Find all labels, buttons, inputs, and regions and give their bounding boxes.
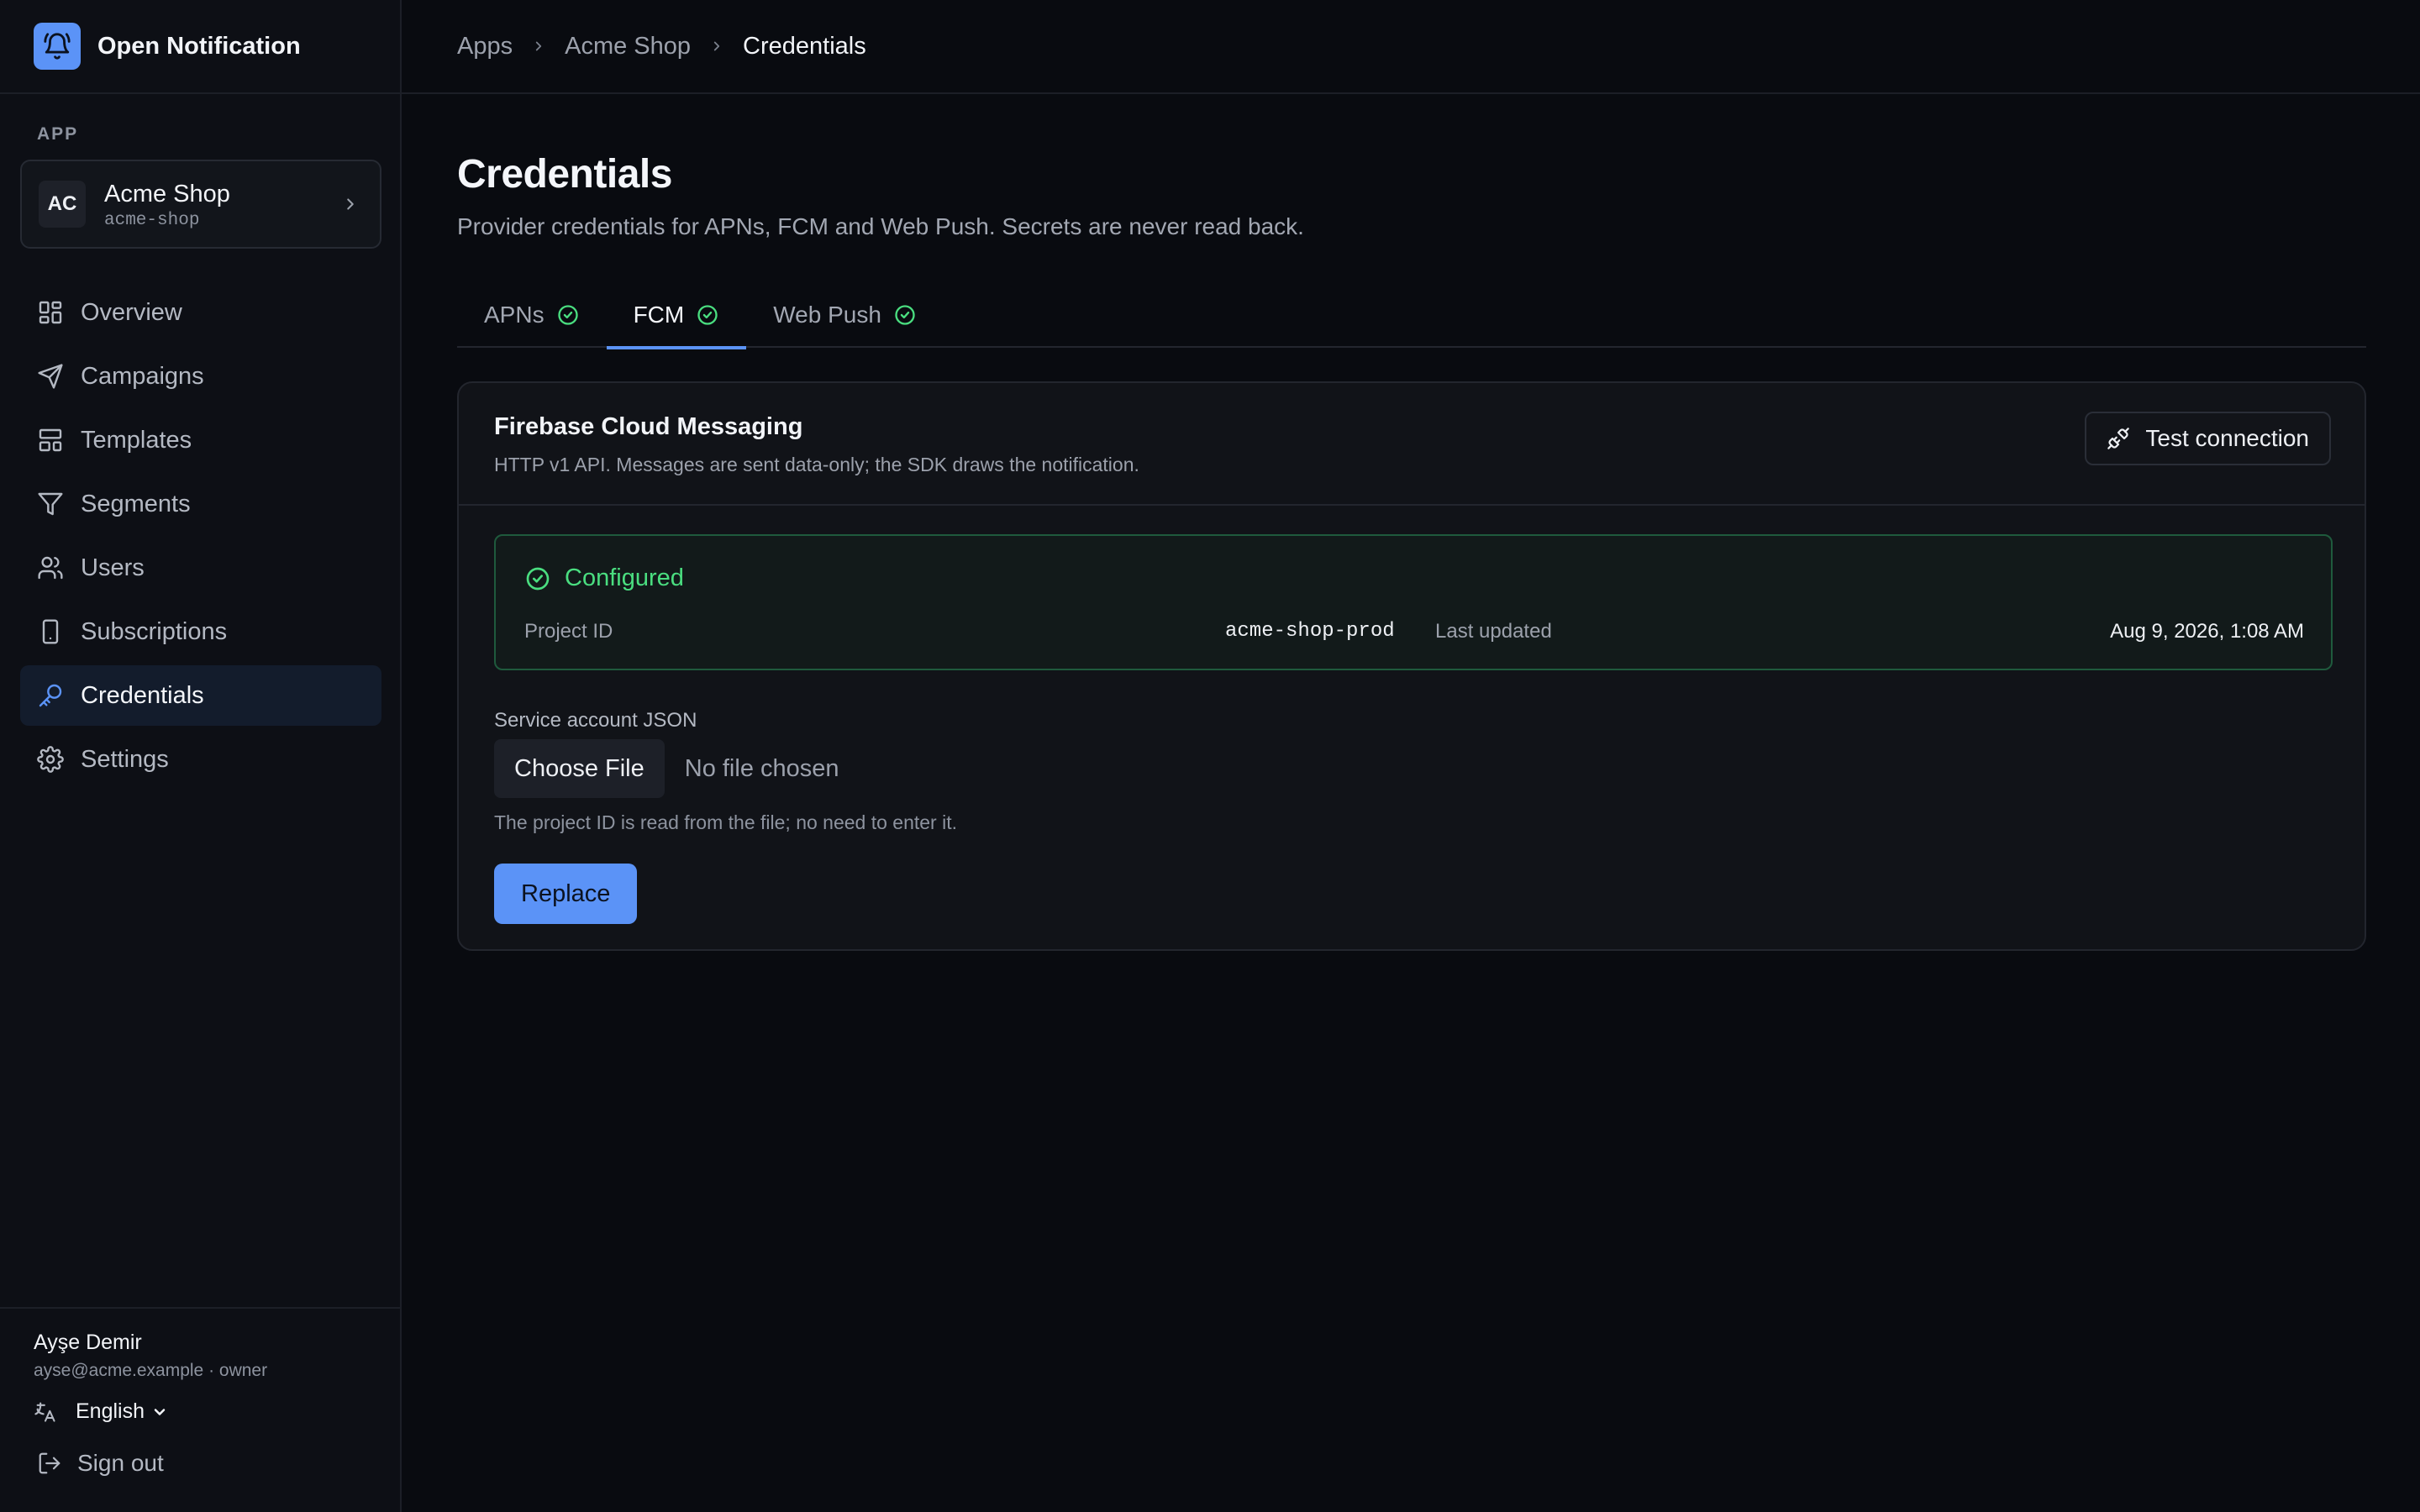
bell-icon: [34, 23, 81, 70]
sidebar-item-label: Segments: [81, 490, 191, 517]
breadcrumb-app[interactable]: Acme Shop: [565, 33, 691, 60]
section-label: APP: [37, 124, 79, 144]
chevron-right-icon: [713, 41, 720, 51]
sidebar-item-segments[interactable]: Segments: [20, 474, 381, 534]
sidebar-item-users[interactable]: Users: [20, 538, 381, 598]
chevron-right-icon: [535, 41, 542, 51]
smartphone-icon: [42, 619, 59, 644]
tab-label: Web Push: [773, 302, 881, 328]
sidebar-item-label: Subscriptions: [81, 617, 228, 645]
breadcrumb-apps[interactable]: Apps: [457, 33, 513, 60]
sidebar-item-settings[interactable]: Settings: [20, 729, 381, 790]
filter-icon: [38, 492, 63, 516]
sidebar-item-label: Templates: [81, 426, 192, 454]
sidebar-item-templates[interactable]: Templates: [20, 410, 381, 470]
card-header: Firebase Cloud Messaging HTTP v1 API. Me…: [459, 383, 2365, 506]
brand-name: Open Notification: [97, 32, 301, 60]
replace-button[interactable]: Replace: [494, 864, 638, 924]
language-select[interactable]: English: [34, 1399, 168, 1424]
sidebar-item-label: Campaigns: [81, 362, 204, 390]
last-updated-value: Aug 9, 2026, 1:08 AM: [2110, 620, 2304, 643]
sidebar-item-label: Overview: [81, 298, 182, 326]
card-description: HTTP v1 API. Messages are sent data-only…: [494, 454, 1139, 475]
tab-fcm[interactable]: FCM: [606, 282, 747, 349]
status-panel: Configured Project ID acme-shop-prod Las…: [494, 534, 2333, 670]
language-label: English: [76, 1399, 145, 1423]
brand: Open Notification: [0, 0, 400, 94]
send-icon: [38, 364, 63, 389]
sign-out-label: Sign out: [77, 1450, 164, 1476]
test-connection-label: Test connection: [2145, 425, 2309, 451]
breadcrumb-current: Credentials: [743, 32, 866, 60]
fcm-card: Firebase Cloud Messaging HTTP v1 API. Me…: [457, 381, 2366, 951]
file-input[interactable]: Choose File No file chosen: [494, 739, 839, 798]
tab-label: FCM: [633, 302, 685, 328]
card-title: Firebase Cloud Messaging: [494, 413, 803, 440]
app-slug: acme-shop: [104, 210, 200, 230]
tab-apns[interactable]: APNs: [457, 282, 607, 348]
layout-icon: [39, 428, 62, 452]
users-icon: [38, 556, 63, 580]
grid-icon: [39, 301, 62, 324]
translate-icon: [34, 1401, 55, 1422]
field-hint: The project ID is read from the file; no…: [494, 811, 958, 833]
breadcrumb: Apps Acme Shop Credentials: [402, 0, 2420, 94]
app-avatar: AC: [39, 181, 86, 228]
check-circle-icon: [697, 305, 718, 325]
sidebar-nav: Overview Campaigns Templates Segments Us…: [20, 282, 381, 793]
key-icon: [39, 684, 62, 707]
log-out-icon: [39, 1452, 60, 1474]
chevron-down-icon: [154, 1408, 166, 1415]
provider-tabs: APNs FCM Web Push: [457, 282, 2366, 349]
sidebar-item-campaigns[interactable]: Campaigns: [20, 346, 381, 407]
service-account-label: Service account JSON: [494, 709, 697, 732]
app-name: Acme Shop: [104, 180, 230, 207]
file-status: No file chosen: [684, 754, 839, 782]
last-updated-label: Last updated: [1435, 620, 1552, 643]
sidebar-item-subscriptions[interactable]: Subscriptions: [20, 601, 381, 662]
tab-label: APNs: [484, 302, 544, 328]
status-label: Configured: [565, 564, 684, 591]
project-id-value: acme-shop-prod: [1225, 620, 1395, 643]
page-title: Credentials: [457, 152, 672, 197]
chevron-right-icon: [347, 198, 354, 210]
sidebar-footer: Ayşe Demir ayse@acme.example · owner Eng…: [0, 1307, 400, 1512]
sidebar-item-label: Credentials: [81, 681, 204, 709]
sidebar: Open Notification APP AC Acme Shop acme-…: [0, 0, 402, 1512]
user-meta: ayse@acme.example · owner: [34, 1361, 268, 1380]
sidebar-item-label: Users: [81, 554, 145, 581]
sidebar-item-label: Settings: [81, 745, 169, 773]
user-name: Ayşe Demir: [34, 1331, 142, 1354]
sidebar-item-overview[interactable]: Overview: [20, 282, 381, 343]
project-id-label: Project ID: [524, 620, 613, 643]
choose-file-button[interactable]: Choose File: [494, 739, 665, 798]
check-circle-icon: [557, 305, 578, 325]
tab-web-push[interactable]: Web Push: [746, 282, 944, 348]
test-connection-button[interactable]: Test connection: [2085, 412, 2331, 465]
page-subtitle: Provider credentials for APNs, FCM and W…: [457, 213, 1304, 239]
gear-icon: [37, 746, 64, 773]
sign-out-button[interactable]: Sign out: [37, 1450, 164, 1477]
check-circle-icon: [526, 567, 550, 590]
check-circle-icon: [895, 305, 915, 325]
sidebar-item-credentials[interactable]: Credentials: [20, 665, 381, 726]
app-switcher[interactable]: AC Acme Shop acme-shop: [20, 160, 381, 249]
plug-icon: [2107, 428, 2130, 449]
